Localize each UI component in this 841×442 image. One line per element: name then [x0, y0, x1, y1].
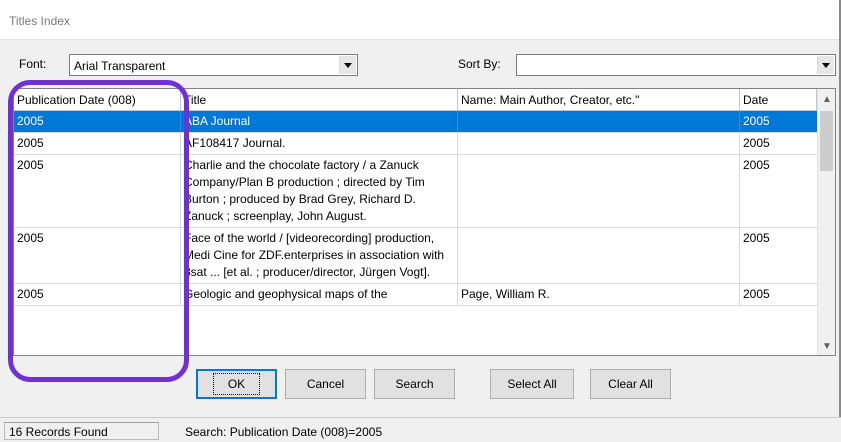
table-row[interactable]: 2005 Face of the world / [videorecording…	[14, 228, 817, 284]
ok-button-label: OK	[212, 373, 261, 395]
sort-by-label: Sort By:	[458, 57, 501, 71]
cell-title: Charlie and the chocolate factory / a Za…	[181, 155, 458, 227]
column-header-main-author[interactable]: Name: Main Author, Creator, etc."	[458, 89, 740, 111]
scrollbar-thumb[interactable]	[820, 111, 833, 171]
scroll-down-icon[interactable]: ▼	[818, 338, 835, 355]
cancel-button-label: Cancel	[306, 377, 345, 391]
vertical-scrollbar[interactable]: ▲ ▼	[817, 89, 835, 355]
cell-date: 2005	[743, 231, 770, 245]
column-header-date[interactable]: Date	[740, 89, 817, 111]
select-all-button[interactable]: Select All	[490, 369, 574, 399]
cell-title: Face of the world / [videorecording] pro…	[181, 228, 458, 283]
font-label: Font:	[19, 57, 47, 71]
font-select[interactable]: Arial Transparent	[69, 54, 358, 76]
cell-title: Geologic and geophysical maps of the	[181, 284, 458, 305]
cancel-button[interactable]: Cancel	[285, 369, 366, 399]
clear-all-button-label: Clear All	[608, 377, 653, 391]
cell-author	[458, 133, 740, 154]
column-header-publication-date[interactable]: Publication Date (008)	[14, 89, 181, 111]
search-query-status: Search: Publication Date (008)=2005	[185, 425, 383, 439]
cell-publication-date: 2005	[14, 133, 181, 154]
cell-date: 2005	[743, 287, 770, 301]
list-rows: 2005 ABA Journal 2005 2005 AF108417 Jour…	[14, 111, 817, 306]
cell-publication-date: 2005	[14, 111, 181, 132]
cell-date: 2005	[743, 114, 770, 128]
cell-author	[458, 155, 740, 227]
status-bar: 16 Records Found Search: Publication Dat…	[0, 417, 841, 442]
cell-author	[458, 228, 740, 283]
table-row[interactable]: 2005 AF108417 Journal. 2005	[14, 133, 817, 155]
cell-title: ABA Journal	[181, 111, 458, 132]
font-select-value: Arial Transparent	[74, 59, 166, 73]
column-header-title[interactable]: Title	[181, 89, 458, 111]
select-all-button-label: Select All	[507, 377, 557, 391]
cell-publication-date: 2005	[14, 284, 181, 305]
cell-date: 2005	[743, 158, 770, 172]
search-button[interactable]: Search	[374, 369, 455, 399]
cell-author	[458, 111, 740, 132]
chevron-down-icon[interactable]	[339, 56, 356, 74]
sort-by-select[interactable]	[516, 54, 836, 76]
search-button-label: Search	[395, 377, 434, 391]
table-row[interactable]: 2005 Charlie and the chocolate factory /…	[14, 155, 817, 228]
window-title: Titles Index	[9, 14, 70, 28]
table-row[interactable]: 2005 Geologic and geophysical maps of th…	[14, 284, 817, 306]
cell-title: AF108417 Journal.	[181, 133, 458, 154]
scroll-up-icon[interactable]: ▲	[818, 91, 835, 108]
list-header: Publication Date (008) Title Name: Main …	[14, 89, 817, 111]
clear-all-button[interactable]: Clear All	[590, 369, 671, 399]
cell-publication-date: 2005	[14, 155, 181, 227]
ok-button[interactable]: OK	[196, 369, 277, 399]
table-row[interactable]: 2005 ABA Journal 2005	[14, 111, 817, 133]
title-bar: Titles Index	[0, 0, 841, 40]
chevron-down-icon[interactable]	[817, 56, 834, 74]
titles-list[interactable]: Publication Date (008) Title Name: Main …	[13, 88, 836, 356]
cell-date: 2005	[743, 136, 770, 150]
records-found-status: 16 Records Found	[4, 422, 159, 440]
cell-author: Page, William R.	[458, 284, 740, 305]
cell-publication-date: 2005	[14, 228, 181, 283]
